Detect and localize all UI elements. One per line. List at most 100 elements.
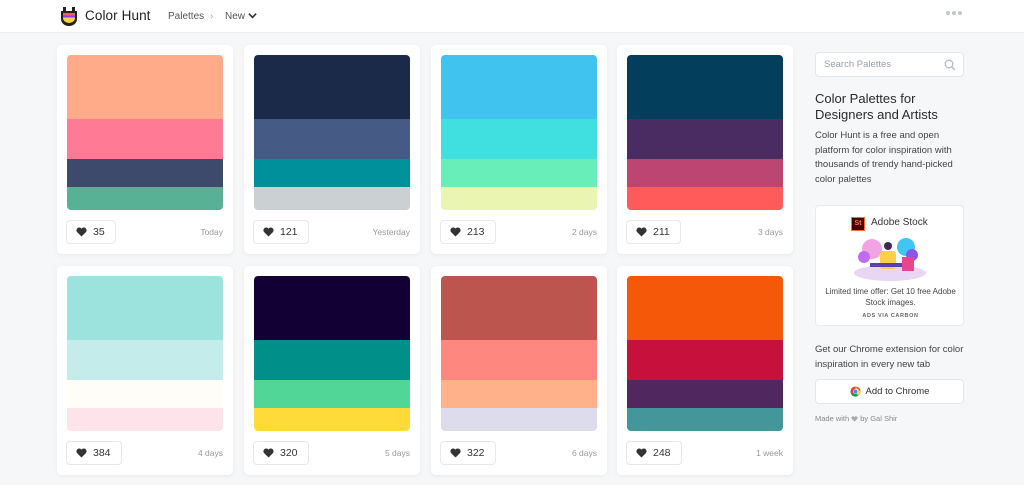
add-to-chrome-label: Add to Chrome (865, 386, 930, 397)
color-swatch[interactable] (441, 340, 597, 380)
like-count: 211 (653, 226, 670, 238)
palette-card[interactable]: 35 Today (57, 45, 233, 254)
like-count: 384 (93, 447, 111, 459)
breadcrumb-separator: › (210, 11, 214, 22)
color-swatch[interactable] (627, 340, 783, 380)
sidebar-description: Color Hunt is a free and open platform f… (815, 130, 953, 185)
made-with-prefix: Made with (815, 414, 850, 423)
color-swatch[interactable] (441, 119, 597, 159)
like-button[interactable]: 35 (66, 220, 116, 244)
color-hunt-logo-icon[interactable] (59, 6, 79, 26)
chevron-down-icon[interactable] (248, 12, 257, 19)
color-swatch[interactable] (254, 408, 410, 431)
palette-swatches[interactable] (441, 55, 597, 210)
heart-icon (636, 448, 647, 458)
add-to-chrome-button[interactable]: Add to Chrome (815, 379, 964, 404)
color-swatch[interactable] (441, 187, 597, 210)
breadcrumb-palettes[interactable]: Palettes (168, 11, 204, 22)
like-count: 121 (280, 226, 298, 238)
ad-illustration-icon (854, 238, 926, 281)
palette-card[interactable]: 384 4 days (57, 266, 233, 475)
adobe-stock-ad[interactable]: St Adobe Stock Limited time offer: Get 1… (815, 205, 964, 326)
color-swatch[interactable] (67, 408, 223, 431)
adobe-stock-logo-icon: St (851, 217, 865, 231)
color-swatch[interactable] (627, 380, 783, 408)
breadcrumb-new-dropdown[interactable]: New (225, 11, 245, 22)
palette-date: 5 days (384, 448, 410, 458)
color-swatch[interactable] (441, 408, 597, 431)
color-swatch[interactable] (627, 55, 783, 119)
like-button[interactable]: 322 (440, 441, 496, 465)
palette-card[interactable]: 121 Yesterday (244, 45, 420, 254)
made-with-author-link[interactable]: by Gal Shir (860, 414, 897, 423)
heart-icon (76, 227, 87, 237)
search-box[interactable] (815, 52, 964, 77)
color-swatch[interactable] (441, 276, 597, 340)
color-swatch[interactable] (67, 55, 223, 119)
like-button[interactable]: 121 (253, 220, 309, 244)
palette-card[interactable]: 248 1 week (617, 266, 793, 475)
palette-date: 3 days (757, 227, 783, 237)
color-swatch[interactable] (627, 408, 783, 431)
palette-card[interactable]: 322 6 days (431, 266, 607, 475)
like-button[interactable]: 211 (626, 220, 681, 244)
palette-swatches[interactable] (254, 276, 410, 431)
color-swatch[interactable] (254, 340, 410, 380)
palette-swatches[interactable] (627, 55, 783, 210)
palette-swatches[interactable] (67, 55, 223, 210)
top-bar: Color Hunt Palettes › New (0, 0, 1024, 33)
chrome-icon (850, 386, 861, 397)
like-button[interactable]: 248 (626, 441, 682, 465)
heart-icon (851, 415, 858, 422)
color-swatch[interactable] (441, 159, 597, 187)
like-button[interactable]: 320 (253, 441, 309, 465)
sidebar-title: Color Palettes for Designers and Artists (815, 91, 938, 122)
color-swatch[interactable] (254, 187, 410, 210)
ads-via-carbon-link[interactable]: ADS VIA CARBON (816, 313, 965, 319)
color-swatch[interactable] (441, 380, 597, 408)
color-swatch[interactable] (67, 276, 223, 340)
color-swatch[interactable] (441, 55, 597, 119)
color-swatch[interactable] (254, 55, 410, 119)
palette-date: Today (200, 227, 223, 237)
more-options-icon[interactable] (946, 11, 962, 15)
color-swatch[interactable] (254, 380, 410, 408)
color-swatch[interactable] (254, 276, 410, 340)
chrome-extension-text: Get our Chrome extension for color inspi… (815, 344, 964, 370)
palette-date: 4 days (197, 448, 223, 458)
like-count: 248 (653, 447, 671, 459)
palette-date: 2 days (571, 227, 597, 237)
palette-card[interactable]: 320 5 days (244, 266, 420, 475)
color-swatch[interactable] (627, 276, 783, 340)
like-count: 322 (467, 447, 485, 459)
color-swatch[interactable] (67, 159, 223, 187)
ad-text: Limited time offer: Get 10 free Adobe St… (825, 287, 956, 307)
search-icon[interactable] (944, 59, 956, 71)
like-button[interactable]: 213 (440, 220, 496, 244)
palette-swatches[interactable] (627, 276, 783, 431)
palette-swatches[interactable] (441, 276, 597, 431)
color-swatch[interactable] (627, 119, 783, 159)
heart-icon (450, 227, 461, 237)
palette-card[interactable]: 213 2 days (431, 45, 607, 254)
color-swatch[interactable] (627, 159, 783, 187)
palette-swatches[interactable] (67, 276, 223, 431)
color-swatch[interactable] (67, 187, 223, 210)
heart-icon (450, 448, 461, 458)
ad-brand: Adobe Stock (871, 217, 928, 228)
like-count: 320 (280, 447, 298, 459)
like-button[interactable]: 384 (66, 441, 122, 465)
color-swatch[interactable] (254, 159, 410, 187)
color-swatch[interactable] (254, 119, 410, 159)
palette-swatches[interactable] (254, 55, 410, 210)
palette-date: 6 days (571, 448, 597, 458)
color-swatch[interactable] (627, 187, 783, 210)
heart-icon (76, 448, 87, 458)
heart-icon (636, 227, 647, 237)
brand-name[interactable]: Color Hunt (85, 8, 151, 23)
palette-card[interactable]: 211 3 days (617, 45, 793, 254)
color-swatch[interactable] (67, 340, 223, 380)
color-swatch[interactable] (67, 380, 223, 408)
color-swatch[interactable] (67, 119, 223, 159)
search-input[interactable] (816, 53, 934, 76)
